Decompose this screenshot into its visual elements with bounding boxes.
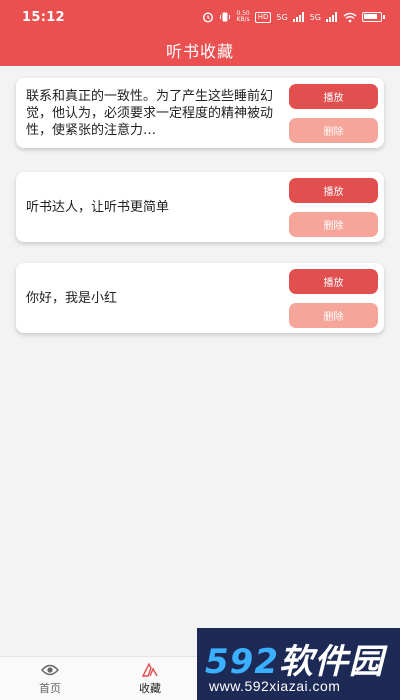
watermark-logo-number: 592 — [205, 642, 279, 682]
item-text-container: 听书达人，让听书更简单 — [26, 172, 284, 242]
eye-icon — [41, 664, 59, 675]
signal-icon-2 — [326, 12, 337, 22]
vibrate-icon — [220, 12, 231, 22]
status-icons: 0.50 KB/s HD 5G 5G — [202, 11, 385, 23]
status-time: 15:12 — [22, 9, 65, 25]
tab-home[interactable]: 首页 — [0, 657, 100, 700]
network-speed-unit: KB/s — [236, 16, 250, 23]
tab-home-label: 首页 — [39, 681, 61, 695]
watermark-logo: 592软件园 — [205, 634, 384, 683]
item-text: 听书达人，让听书更简单 — [26, 199, 170, 215]
tab-favorites[interactable]: 收藏 — [100, 657, 200, 700]
item-text: 联系和真正的一致性。为了产生这些睡前幻觉，他认为，必须要求一定程度的精神被动性，… — [26, 88, 274, 138]
network-speed: 0.50 KB/s — [236, 11, 249, 23]
favorite-icon — [141, 662, 158, 677]
play-button[interactable]: 播放 — [289, 84, 378, 109]
watermark: 592软件园 www.592xiazai.com — [197, 628, 400, 700]
battery-icon — [362, 12, 385, 22]
delete-button[interactable]: 删除 — [289, 303, 378, 328]
watermark-url: www.592xiazai.com — [209, 678, 341, 694]
signal-5g-label-1: 5G — [276, 12, 288, 22]
list-item: 联系和真正的一致性。为了产生这些睡前幻觉，他认为，必须要求一定程度的精神被动性，… — [16, 78, 384, 148]
signal-5g-label-2: 5G — [309, 12, 321, 22]
list-item: 你好，我是小红 播放 删除 — [16, 263, 384, 333]
item-text-container: 你好，我是小红 — [26, 263, 284, 333]
delete-button[interactable]: 删除 — [289, 212, 378, 237]
hd-badge: HD — [254, 11, 272, 23]
play-button[interactable]: 播放 — [289, 269, 378, 294]
wifi-icon — [343, 12, 357, 22]
item-text-container: 联系和真正的一致性。为了产生这些睡前幻觉，他认为，必须要求一定程度的精神被动性，… — [26, 78, 284, 148]
delete-button[interactable]: 删除 — [289, 118, 378, 143]
page-title: 听书收藏 — [165, 42, 234, 61]
status-bar: 15:12 0.50 KB/s HD 5G 5G — [0, 0, 400, 34]
alarm-icon — [203, 12, 214, 23]
play-button[interactable]: 播放 — [289, 178, 378, 203]
signal-icon — [292, 12, 304, 22]
item-text: 你好，我是小红 — [26, 290, 118, 306]
header: 听书收藏 — [0, 34, 400, 66]
list-item: 听书达人，让听书更简单 播放 删除 — [16, 172, 384, 242]
watermark-logo-text: 软件园 — [278, 642, 384, 682]
tab-favorites-label: 收藏 — [139, 681, 161, 695]
